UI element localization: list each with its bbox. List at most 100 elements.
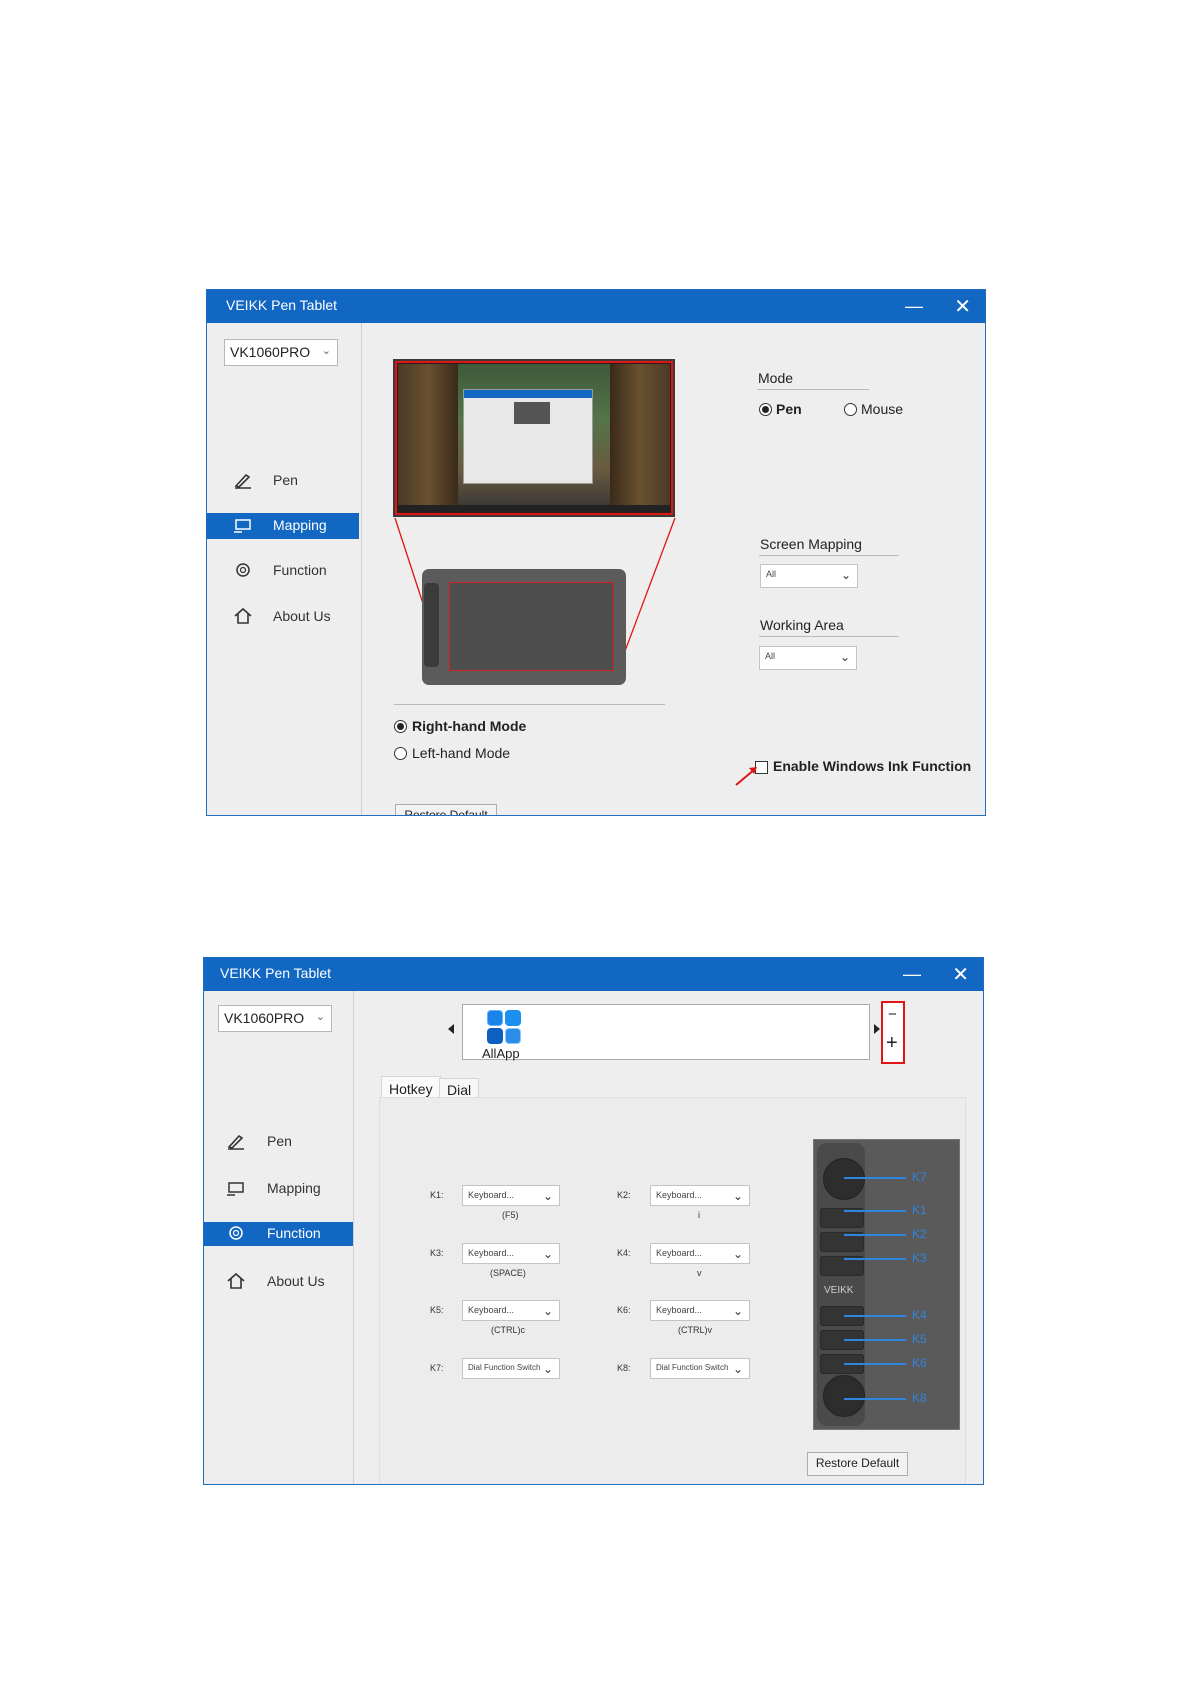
chevron-down-icon: ⌄	[732, 1247, 743, 1261]
window-title: VEIKK Pen Tablet	[226, 297, 338, 313]
close-icon[interactable]: ✕	[952, 962, 969, 987]
k5-value: Keyboard...	[468, 1305, 515, 1315]
sidebar-item-pen[interactable]: Pen	[204, 1129, 353, 1155]
sidebar-item-label: About Us	[273, 608, 331, 624]
k2-value: Keyboard...	[656, 1190, 703, 1200]
mode-mouse-radio[interactable]	[844, 403, 857, 416]
sidebar-item-label: Function	[273, 562, 327, 578]
k4-shortcut: v	[697, 1268, 702, 1278]
app-w-icon	[505, 1028, 521, 1044]
tab-hotkey[interactable]: Hotkey	[381, 1076, 441, 1098]
windows-ink-label: Enable Windows Ink Function	[773, 758, 972, 774]
tab-dial-label: Dial	[447, 1082, 472, 1098]
k6-select[interactable]: Keyboard... ⌄	[650, 1300, 750, 1321]
k4-select[interactable]: Keyboard... ⌄	[650, 1243, 750, 1264]
app-list: AllApp	[462, 1004, 870, 1061]
k1-value: Keyboard...	[468, 1190, 515, 1200]
chevron-down-icon: ⌄	[732, 1189, 743, 1203]
next-app-arrow[interactable]	[874, 1024, 880, 1034]
k1-shortcut: (F5)	[502, 1210, 519, 1220]
k3-select[interactable]: Keyboard... ⌄	[462, 1243, 560, 1264]
k8-label: K8:	[617, 1363, 631, 1373]
sidebar-item-function[interactable]: Function	[207, 558, 359, 584]
sidebar-item-mapping[interactable]: Mapping	[204, 1176, 353, 1202]
add-app-button[interactable]: +	[886, 1032, 898, 1055]
screen-mapping-divider	[759, 555, 899, 556]
k3-shortcut: (SPACE)	[490, 1268, 526, 1278]
all-app-label: AllApp	[482, 1046, 520, 1061]
title-bar: VEIKK Pen Tablet — ✕	[207, 290, 985, 323]
k1-select[interactable]: Keyboard... ⌄	[462, 1185, 560, 1206]
minimize-icon[interactable]: —	[905, 296, 923, 317]
k2-pointer-line	[844, 1234, 906, 1236]
mode-divider	[757, 389, 869, 390]
k3-pointer-label: K3	[912, 1251, 927, 1265]
right-hand-mode-label: Right-hand Mode	[412, 718, 527, 734]
function-gear-icon	[229, 1226, 243, 1240]
k1-pointer-label: K1	[912, 1203, 927, 1217]
chevron-down-icon: ⌄	[840, 568, 851, 582]
chevron-down-icon: ⌄	[542, 1362, 553, 1376]
top-dial	[823, 1158, 865, 1200]
k5-pointer-label: K5	[912, 1332, 927, 1346]
k6-shortcut: (CTRL)v	[678, 1325, 712, 1335]
prev-app-arrow[interactable]	[448, 1024, 454, 1034]
tablet-keys-preview: VEIKK K7 K1 K2 K3 K4 K5 K6 K8	[813, 1139, 960, 1430]
sidebar-item-label: Mapping	[267, 1180, 321, 1196]
chevron-down-icon: ⌄	[732, 1304, 743, 1318]
sidebar: VK1060PRO ⌄ Pen Mapping Function About U…	[207, 323, 362, 815]
k8-select[interactable]: Dial Function Switch ⌄	[650, 1358, 750, 1379]
mode-pen-label: Pen	[776, 401, 802, 417]
restore-default-button[interactable]: Restore Default	[395, 804, 497, 815]
mapping-window: VEIKK Pen Tablet — ✕ VK1060PRO ⌄ Pen Map…	[206, 289, 986, 816]
chevron-down-icon: ⌄	[321, 345, 331, 357]
k7-select[interactable]: Dial Function Switch ⌄	[462, 1358, 560, 1379]
sidebar-item-label: Function	[267, 1225, 321, 1241]
sidebar-item-about-us[interactable]: About Us	[207, 604, 359, 630]
sidebar-item-function[interactable]: Function	[204, 1222, 353, 1246]
function-content: AllApp − + Hotkey Dial K1: Keyboard... ⌄ …	[355, 991, 983, 1484]
chevron-down-icon: ⌄	[732, 1362, 743, 1376]
left-hand-mode-radio[interactable]	[394, 747, 407, 760]
home-icon	[227, 1272, 245, 1289]
chevron-down-icon: ⌄	[542, 1304, 553, 1318]
restore-default-button[interactable]: Restore Default	[807, 1452, 908, 1476]
working-area-value: All	[765, 651, 776, 661]
k2-select[interactable]: Keyboard... ⌄	[650, 1185, 750, 1206]
sidebar-item-mapping[interactable]: Mapping	[207, 513, 359, 539]
right-hand-mode-radio[interactable]	[394, 720, 407, 733]
k2-pointer-label: K2	[912, 1227, 927, 1241]
chevron-down-icon: ⌄	[839, 650, 850, 664]
remove-app-button[interactable]: −	[888, 1006, 897, 1023]
chevron-down-icon: ⌄	[542, 1189, 553, 1203]
k4-pointer-label: K4	[912, 1308, 927, 1322]
close-icon[interactable]: ✕	[954, 294, 971, 319]
device-select[interactable]: VK1060PRO ⌄	[224, 339, 338, 366]
k8-pointer-line	[844, 1398, 906, 1400]
k7-pointer-label: K7	[912, 1170, 927, 1184]
tab-dial[interactable]: Dial	[439, 1078, 480, 1098]
screen-mapping-select[interactable]: All ⌄	[760, 564, 858, 588]
k7-value: Dial Function Switch	[468, 1363, 541, 1372]
app-dark-icon	[487, 1028, 503, 1044]
device-select[interactable]: VK1060PRO ⌄	[218, 1005, 332, 1032]
mapping-content: Right-hand Mode Left-hand Mode Restore D…	[363, 323, 985, 815]
k5-select[interactable]: Keyboard... ⌄	[462, 1300, 560, 1321]
sidebar-item-label: Pen	[267, 1133, 292, 1149]
screen-mapping-label: Screen Mapping	[760, 536, 862, 552]
k8-value: Dial Function Switch	[656, 1363, 729, 1372]
title-bar: VEIKK Pen Tablet — ✕	[204, 958, 983, 991]
k6-label: K6:	[617, 1305, 631, 1315]
sidebar-item-pen[interactable]: Pen	[207, 468, 359, 494]
working-area-select[interactable]: All ⌄	[759, 646, 857, 670]
working-area-label: Working Area	[760, 617, 844, 633]
left-hand-mode-label: Left-hand Mode	[412, 745, 511, 761]
k1-label: K1:	[430, 1190, 444, 1200]
all-app-item[interactable]: AllApp	[481, 1008, 529, 1061]
chevron-down-icon: ⌄	[315, 1011, 325, 1023]
minimize-icon[interactable]: —	[903, 964, 921, 985]
mode-pen-radio[interactable]	[759, 403, 772, 416]
add-remove-app-frame: − +	[881, 1001, 905, 1064]
sidebar-item-about-us[interactable]: About Us	[204, 1269, 353, 1295]
device-logo: VEIKK	[824, 1285, 854, 1296]
